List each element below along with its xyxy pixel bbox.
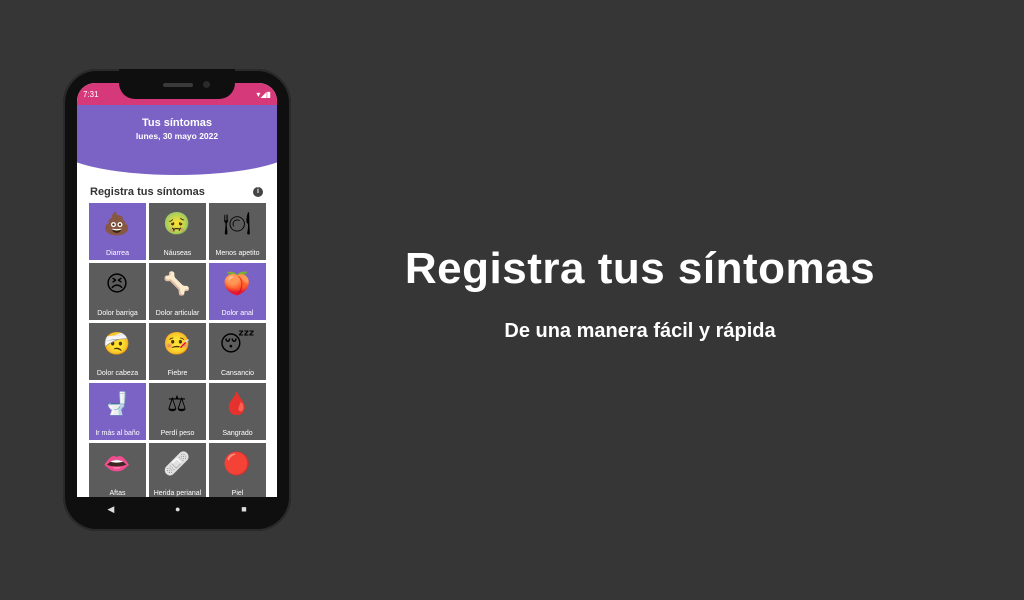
symptom-label: Sangrado <box>222 430 253 437</box>
status-icons: ▾◢▮ <box>256 89 271 99</box>
symptom-tile[interactable]: 🍽 Menos apetito <box>209 203 266 260</box>
symptom-tile[interactable]: 😴 Cansancio <box>209 323 266 380</box>
symptom-icon: 😣 <box>105 271 129 296</box>
symptom-label: Náuseas <box>163 250 192 257</box>
symptom-icon: 🤒 <box>163 331 191 356</box>
symptom-label: Dolor barriga <box>97 310 138 317</box>
app-header: Tus síntomas lunes, 30 mayo 2022 <box>77 105 277 175</box>
section-title: Registra tus síntomas <box>90 186 205 198</box>
promo-subline: De una manera fácil y rápida <box>504 320 776 342</box>
back-icon[interactable]: ◀ <box>107 504 114 515</box>
info-icon[interactable]: i <box>253 187 263 197</box>
symptom-icon: 😴 <box>219 331 255 356</box>
recents-icon[interactable]: ■ <box>241 504 246 514</box>
symptom-icon: 🤕 <box>103 331 131 356</box>
symptom-tile[interactable]: 🤢 Náuseas <box>149 203 206 260</box>
symptom-label: Herida perianal <box>153 490 202 497</box>
symptom-icon: 👄 <box>103 451 131 476</box>
symptom-label: Fiebre <box>167 370 188 377</box>
symptom-label: Menos apetito <box>215 250 260 257</box>
symptom-label: Cansancio <box>220 370 255 377</box>
status-time: 7:31 <box>83 89 99 99</box>
symptom-tile[interactable]: 👄 Aftas <box>89 443 146 497</box>
symptom-icon: 🩸 <box>223 391 251 416</box>
symptom-tile[interactable]: 🤕 Dolor cabeza <box>89 323 146 380</box>
camera <box>203 81 210 88</box>
symptom-label: Dolor anal <box>221 310 254 317</box>
symptom-icon: 💩 <box>103 211 131 236</box>
symptom-label: Ir más al baño <box>95 430 140 437</box>
phone-notch <box>119 69 235 99</box>
android-nav-bar: ◀ ● ■ <box>77 497 277 521</box>
symptom-label: Aftas <box>109 490 126 497</box>
speaker <box>163 83 193 87</box>
symptom-tile[interactable]: ⚖ Perdí peso <box>149 383 206 440</box>
app-screen: 7:31 ▾◢▮ Tus síntomas lunes, 30 mayo 202… <box>77 83 277 497</box>
symptom-icon: 🍽 <box>223 211 251 236</box>
symptom-tile[interactable]: 💩 Diarrea <box>89 203 146 260</box>
symptom-icon: 🔴 <box>223 451 251 476</box>
symptom-tile[interactable]: 😣 Dolor barriga <box>89 263 146 320</box>
header-title: Tus síntomas <box>141 117 213 129</box>
symptom-label: Dolor cabeza <box>96 370 139 377</box>
symptom-tile[interactable]: 🩹 Herida perianal <box>149 443 206 497</box>
symptom-tile[interactable]: 🔴 Piel <box>209 443 266 497</box>
symptom-label: Piel <box>231 490 244 497</box>
symptom-tile[interactable]: 🍑 Dolor anal <box>209 263 266 320</box>
symptom-label: Perdí peso <box>160 430 195 437</box>
phone-frame: 7:31 ▾◢▮ Tus síntomas lunes, 30 mayo 202… <box>63 69 291 531</box>
symptom-tile[interactable]: 🩸 Sangrado <box>209 383 266 440</box>
symptom-grid: 💩 Diarrea 🤢 Náuseas 🍽 Menos apetito 😣 Dolor bar… <box>89 203 267 497</box>
header-date: lunes, 30 mayo 2022 <box>135 131 219 141</box>
symptom-icon: 🦴 <box>163 271 191 296</box>
symptom-label: Dolor articular <box>155 310 200 317</box>
home-icon[interactable]: ● <box>175 504 180 514</box>
symptom-icon: 🤢 <box>163 211 191 236</box>
symptom-tile[interactable]: 🦴 Dolor articular <box>149 263 206 320</box>
symptom-icon: ⚖ <box>167 391 187 416</box>
promo-headline: Registra tus síntomas <box>404 244 876 293</box>
symptom-icon: 🩹 <box>163 451 191 476</box>
symptom-label: Diarrea <box>106 250 129 257</box>
symptom-tile[interactable]: 🚽 Ir más al baño <box>89 383 146 440</box>
symptom-icon: 🚽 <box>103 391 131 416</box>
symptom-tile[interactable]: 🤒 Fiebre <box>149 323 206 380</box>
symptom-icon: 🍑 <box>223 271 251 296</box>
